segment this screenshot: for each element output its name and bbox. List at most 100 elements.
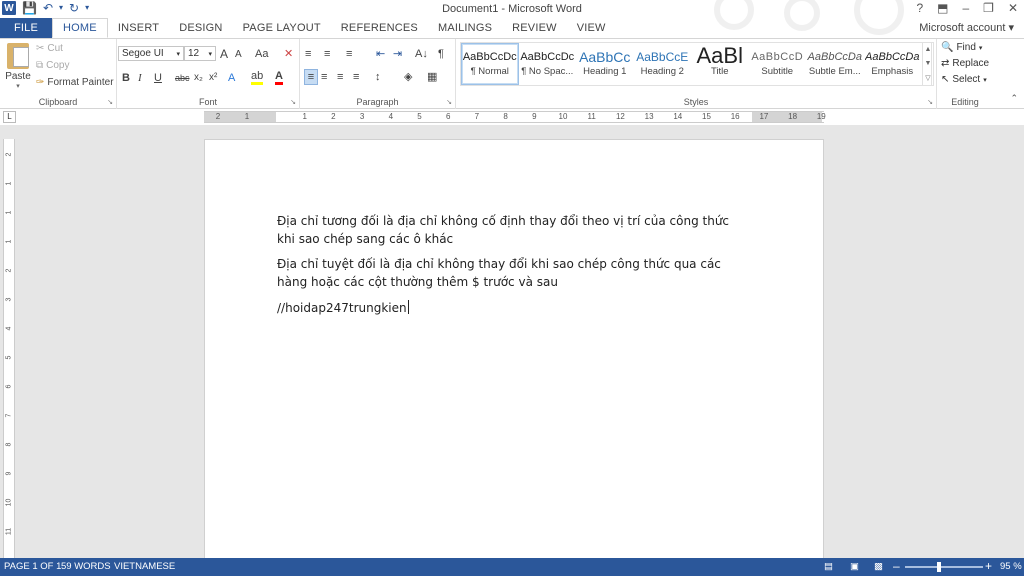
style-title[interactable]: AaBl Title: [691, 43, 749, 85]
tab-selector[interactable]: L: [3, 111, 16, 123]
styles-launcher-icon[interactable]: ↘: [927, 98, 933, 106]
zoom-slider-thumb[interactable]: [937, 562, 941, 572]
tab-insert[interactable]: INSERT: [108, 18, 169, 38]
font-family-select[interactable]: Segoe UI ▾: [118, 46, 184, 61]
font-size-value: 12: [188, 48, 200, 59]
copy-button[interactable]: ⧉ Copy: [36, 60, 70, 71]
horizontal-ruler[interactable]: 2 1 1 2 3 4 5 6 7 8 9 10 11 12 13 14 15 16 17 18 19: [204, 111, 826, 123]
more-styles-icon[interactable]: ▽: [925, 74, 930, 82]
document-paragraph[interactable]: Địa chỉ tương đối là địa chỉ không cố đị…: [277, 212, 747, 248]
sort-icon[interactable]: A↓: [415, 47, 428, 61]
style-emphasis[interactable]: AaBbCcDa Emphasis: [864, 43, 922, 85]
format-painter-button[interactable]: ✑ Format Painter: [36, 77, 114, 88]
ruler-number: 4: [388, 112, 394, 121]
style-heading-2[interactable]: AaBbCcE Heading 2: [634, 43, 692, 85]
ruler-number: 3: [5, 297, 13, 302]
clear-formatting-icon[interactable]: ✕: [284, 47, 293, 61]
change-case-icon[interactable]: Aa: [255, 47, 268, 61]
document-paragraph-last[interactable]: //hoidap247trungkien: [277, 299, 747, 317]
tab-mailings[interactable]: MAILINGS: [428, 18, 502, 38]
cut-button[interactable]: ✂ Cut: [36, 43, 63, 54]
word-count[interactable]: 59 WORDS: [61, 561, 111, 572]
zoom-slider[interactable]: [905, 566, 983, 568]
italic-button[interactable]: I: [138, 71, 142, 85]
grow-font-icon[interactable]: A: [220, 47, 228, 61]
tab-home[interactable]: HOME: [52, 18, 108, 38]
shrink-font-icon[interactable]: A: [235, 48, 242, 62]
ruler-number: 9: [532, 112, 537, 121]
shading-icon[interactable]: ◈: [404, 70, 412, 84]
zoom-in-button[interactable]: +: [985, 559, 992, 573]
tab-view[interactable]: VIEW: [567, 18, 616, 38]
scroll-up-icon[interactable]: ▲: [925, 46, 932, 53]
paste-label: Paste: [5, 71, 31, 82]
show-formatting-icon[interactable]: ¶: [438, 47, 444, 61]
language-indicator[interactable]: VIETNAMESE: [114, 561, 175, 572]
scroll-down-icon[interactable]: ▼: [925, 60, 932, 67]
font-launcher-icon[interactable]: ↘: [290, 98, 296, 106]
style-sample: AaBbCcDa: [807, 51, 862, 63]
style-subtle-emphasis[interactable]: AaBbCcDa Subtle Em...: [806, 43, 864, 85]
tab-file[interactable]: FILE: [0, 18, 53, 38]
numbering-icon[interactable]: ≡: [324, 47, 330, 61]
align-right-icon[interactable]: ≡: [337, 70, 343, 84]
collapse-ribbon-icon[interactable]: ⌃: [1010, 93, 1018, 104]
find-button[interactable]: 🔍 Find ▾: [941, 42, 982, 53]
vertical-ruler[interactable]: 2 1 1 1 2 3 4 5 6 7 8 9 10 11: [3, 139, 15, 558]
title-bar: W 💾 ↶ ▾ ↻ ▾ Document1 - Microsoft Word ?…: [0, 0, 1024, 35]
zoom-level[interactable]: 95 %: [1000, 561, 1022, 572]
style-no-spacing[interactable]: AaBbCcDc ¶ No Spac...: [519, 43, 577, 85]
help-icon[interactable]: ?: [916, 1, 923, 15]
font-size-select[interactable]: 12 ▾: [184, 46, 216, 61]
select-button[interactable]: ↖ Select ▾: [941, 74, 987, 85]
decrease-indent-icon[interactable]: ⇤: [376, 47, 385, 61]
style-heading-1[interactable]: AaBbCc Heading 1: [576, 43, 634, 85]
zoom-out-button[interactable]: –: [893, 559, 900, 573]
line-spacing-icon[interactable]: ↕: [375, 70, 381, 84]
underline-button[interactable]: U: [154, 71, 162, 85]
page-count[interactable]: PAGE 1 OF 1: [4, 561, 61, 572]
tab-references[interactable]: REFERENCES: [331, 18, 428, 38]
style-sample: AaBbCcE: [636, 50, 689, 64]
borders-icon[interactable]: ▦: [427, 70, 437, 84]
style-sample: AaBl: [696, 44, 743, 66]
ruler-number: 8: [503, 112, 508, 121]
document-workspace[interactable]: 2 1 1 1 2 3 4 5 6 7 8 9 10 11 Địa chỉ tương đối là đị…: [0, 125, 1024, 558]
document-page[interactable]: Địa chỉ tương đối là địa chỉ không cố đị…: [204, 139, 824, 558]
clipboard-group-label: Clipboard: [38, 97, 78, 107]
multilevel-list-icon[interactable]: ≡: [346, 47, 352, 61]
font-color-icon[interactable]: A: [275, 71, 283, 85]
tab-design[interactable]: DESIGN: [169, 18, 232, 38]
tab-review[interactable]: REVIEW: [502, 18, 567, 38]
account-menu[interactable]: Microsoft account ▾: [919, 21, 1014, 34]
subscript-button[interactable]: x₂: [194, 71, 203, 85]
align-left-icon[interactable]: ≡: [304, 69, 318, 85]
close-button[interactable]: ✕: [1008, 1, 1018, 15]
document-paragraph[interactable]: Địa chỉ tuyệt đối là địa chỉ không thay …: [277, 255, 747, 291]
bold-button[interactable]: B: [122, 71, 130, 85]
increase-indent-icon[interactable]: ⇥: [393, 47, 402, 61]
minimize-button[interactable]: –: [962, 1, 969, 15]
paste-dropdown-icon[interactable]: ▾: [5, 82, 31, 90]
tab-page-layout[interactable]: PAGE LAYOUT: [233, 18, 331, 38]
clipboard-icon: [7, 43, 29, 69]
clipboard-launcher-icon[interactable]: ↘: [107, 98, 113, 106]
text-effects-icon[interactable]: A: [228, 71, 235, 85]
paste-button[interactable]: Paste ▾: [5, 43, 31, 90]
text-highlight-icon[interactable]: ab: [251, 71, 264, 85]
bullets-icon[interactable]: ≡: [305, 47, 311, 61]
style-sample: AaBbCc: [579, 49, 631, 65]
web-layout-icon[interactable]: ▩: [874, 561, 883, 572]
style-subtitle[interactable]: AaBbCcD Subtitle: [749, 43, 807, 85]
print-layout-icon[interactable]: ▣: [850, 561, 859, 572]
superscript-button[interactable]: x²: [209, 71, 217, 85]
style-normal[interactable]: AaBbCcDc ¶ Normal: [461, 43, 519, 85]
read-mode-icon[interactable]: ▤: [824, 561, 833, 572]
maximize-button[interactable]: ❐: [983, 1, 994, 15]
strikethrough-button[interactable]: abc: [175, 71, 190, 85]
align-center-icon[interactable]: ≡: [321, 70, 327, 84]
ribbon-display-options-icon[interactable]: ⬒: [937, 1, 948, 15]
paragraph-launcher-icon[interactable]: ↘: [446, 98, 452, 106]
replace-button[interactable]: ⇄ Replace: [941, 58, 989, 69]
justify-icon[interactable]: ≡: [353, 70, 359, 84]
